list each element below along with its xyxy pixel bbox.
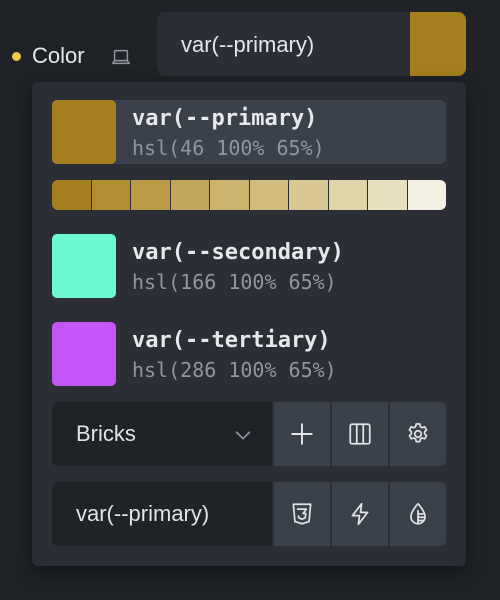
- color-picker-button[interactable]: [390, 482, 446, 546]
- variable-hsl: hsl(286 100% 65%): [132, 358, 337, 382]
- palette-settings-button[interactable]: [390, 402, 446, 466]
- shade-swatch[interactable]: [328, 180, 368, 210]
- desktop-breakpoint-icon[interactable]: [110, 46, 132, 68]
- shade-swatch[interactable]: [407, 180, 446, 210]
- dynamic-data-button[interactable]: [332, 482, 388, 546]
- shade-swatch[interactable]: [249, 180, 289, 210]
- color-picker-popup: var(--primary) hsl(46 100% 65%) var(--se…: [32, 82, 466, 566]
- color-swatch: [52, 100, 116, 164]
- shade-strip: [52, 180, 446, 210]
- color-value-input[interactable]: var(--primary): [157, 12, 466, 76]
- variable-name: var(--primary): [132, 106, 318, 131]
- grid-view-button[interactable]: [332, 402, 388, 466]
- plus-icon: [291, 423, 313, 445]
- add-color-button[interactable]: [274, 402, 330, 466]
- raw-value-toolbar: var(--primary): [52, 482, 446, 546]
- color-swatch: [52, 322, 116, 386]
- shade-swatch[interactable]: [289, 180, 329, 210]
- variable-name: var(--secondary): [132, 240, 344, 265]
- palette-select[interactable]: Bricks: [52, 402, 272, 466]
- shade-swatch[interactable]: [131, 180, 171, 210]
- chevron-down-icon: [235, 431, 251, 440]
- control-label: Color: [32, 43, 85, 68]
- color-variable-primary[interactable]: var(--primary) hsl(46 100% 65%): [52, 100, 446, 164]
- palette-select-value: Bricks: [76, 421, 136, 446]
- drop-icon: [410, 502, 426, 525]
- current-color-swatch[interactable]: [410, 12, 466, 76]
- palette-toolbar: Bricks: [52, 402, 446, 466]
- color-variable-secondary[interactable]: var(--secondary) hsl(166 100% 65%): [52, 234, 446, 298]
- lightning-icon: [351, 502, 369, 526]
- shade-swatch[interactable]: [52, 180, 92, 210]
- raw-value-text[interactable]: var(--primary): [76, 501, 209, 527]
- css3-icon: [292, 503, 312, 525]
- modified-indicator: [12, 52, 21, 61]
- gear-icon: [408, 423, 428, 443]
- color-swatch: [52, 234, 116, 298]
- variable-hsl: hsl(166 100% 65%): [132, 270, 337, 294]
- columns-icon: [349, 423, 371, 445]
- raw-value-input[interactable]: var(--primary): [52, 482, 272, 546]
- shade-swatch[interactable]: [170, 180, 210, 210]
- shade-swatch[interactable]: [210, 180, 250, 210]
- shade-swatch[interactable]: [91, 180, 131, 210]
- variable-hsl: hsl(46 100% 65%): [132, 136, 325, 160]
- color-variable-tertiary[interactable]: var(--tertiary) hsl(286 100% 65%): [52, 322, 446, 386]
- css-mode-button[interactable]: [274, 482, 330, 546]
- color-value-text[interactable]: var(--primary): [181, 32, 314, 58]
- shade-swatch[interactable]: [368, 180, 408, 210]
- variable-name: var(--tertiary): [132, 328, 331, 353]
